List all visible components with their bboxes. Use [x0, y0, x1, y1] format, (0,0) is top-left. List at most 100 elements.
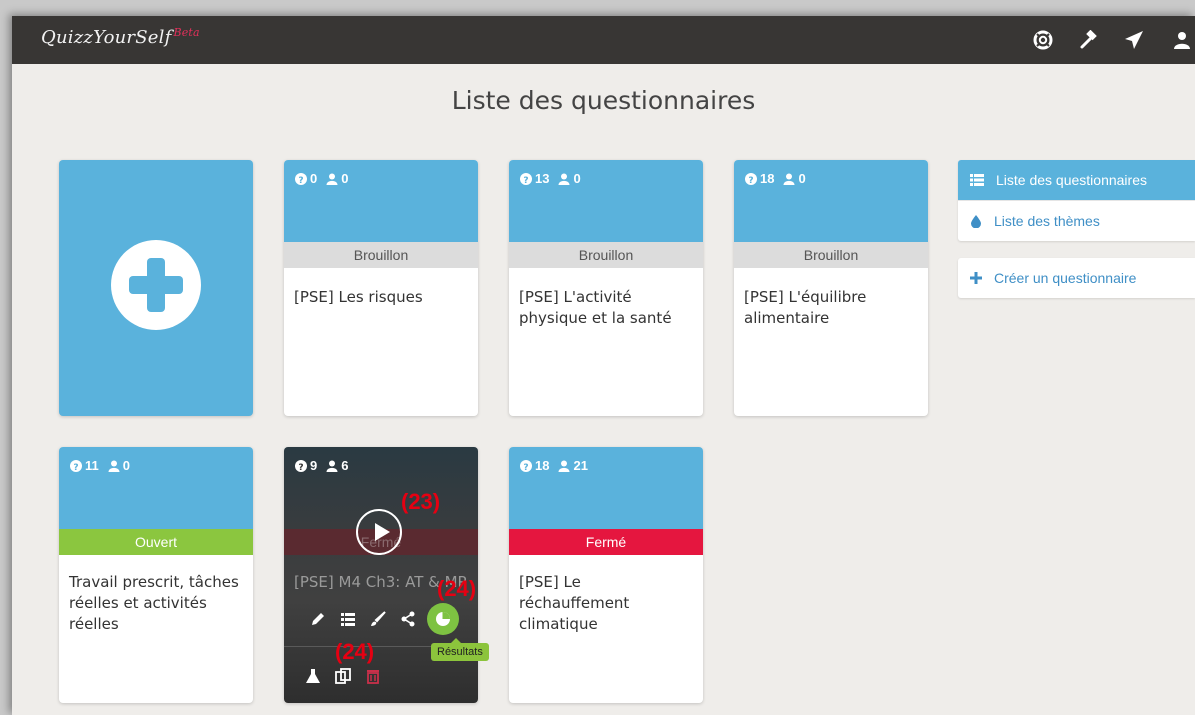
pie-chart-icon: [436, 612, 450, 626]
user-count-icon: [326, 460, 338, 472]
drop-icon: [971, 215, 981, 228]
svg-text:?: ?: [523, 176, 528, 185]
question-count: 0: [310, 171, 318, 186]
card-header: ? 0 0: [284, 160, 478, 242]
status-badge: Brouillon: [734, 242, 928, 268]
user-count-icon: [108, 460, 120, 472]
create-quiz-card[interactable]: [59, 160, 253, 416]
svg-text:?: ?: [73, 463, 78, 472]
question-icon: ?: [520, 172, 532, 185]
question-icon: ?: [70, 459, 82, 472]
user-count: 21: [573, 458, 588, 473]
user-count-icon: [783, 173, 795, 185]
question-icon: ?: [295, 459, 307, 472]
quiz-title: Travail prescrit, tâches réelles et acti…: [69, 573, 239, 633]
card-header: ? 18 21: [509, 447, 703, 529]
svg-text:?: ?: [748, 176, 753, 185]
user-icon[interactable]: [1172, 30, 1192, 50]
svg-text:?: ?: [523, 463, 528, 472]
annotation-24-results: (24): [437, 576, 477, 601]
copy-icon: [335, 668, 351, 684]
beta-badge: Beta: [173, 26, 200, 39]
question-icon: ?: [295, 172, 307, 185]
brand-name: QuizzYourSelf: [41, 27, 172, 48]
pencil-icon: [312, 613, 324, 625]
question-count: 18: [535, 458, 550, 473]
card-stats: ? 0 0: [295, 171, 348, 186]
user-count-icon: [326, 173, 338, 185]
status-badge: Fermé: [509, 529, 703, 555]
question-icon: ?: [745, 172, 757, 185]
share-icon: [401, 611, 415, 627]
lifebuoy-icon[interactable]: [1033, 30, 1053, 50]
gavel-icon[interactable]: [1079, 29, 1099, 50]
card-actions: [284, 603, 478, 635]
test-button[interactable]: [300, 663, 326, 689]
question-icon: ?: [520, 459, 532, 472]
theme-button[interactable]: [365, 606, 391, 632]
user-count: 0: [798, 171, 806, 186]
duplicate-button[interactable]: [330, 663, 356, 689]
quiz-card[interactable]: ? 0 0 Brouillon [PSE] Les risques: [284, 160, 478, 416]
list-icon: [341, 613, 355, 626]
quiz-card[interactable]: ? 11 0 Ouvert Travail prescrit, tâches r…: [59, 447, 253, 703]
brand-logo[interactable]: QuizzYourSelf Beta: [41, 26, 200, 48]
page-title: Liste des questionnaires: [451, 86, 756, 115]
user-count: 0: [122, 458, 130, 473]
question-count: 18: [760, 171, 775, 186]
quiz-title: [PSE] L'activité physique et la santé: [519, 288, 672, 327]
app-window: QuizzYourSelf Beta Liste des questionnair…: [12, 16, 1195, 715]
card-header: ? 13 0: [509, 160, 703, 242]
sidebar-nav: Liste des questionnaires Liste des thème…: [958, 160, 1195, 241]
navbar: QuizzYourSelf Beta: [12, 16, 1195, 64]
card-header: ? 18 0: [734, 160, 928, 242]
list-icon: [970, 174, 984, 186]
quiz-card[interactable]: ? 18 21 Fermé [PSE] Le réchauffement cli…: [509, 447, 703, 703]
question-count: 11: [85, 458, 99, 473]
card-secondary-actions: [284, 663, 440, 689]
create-quiz-label: Créer un questionnaire: [994, 270, 1137, 286]
svg-text:?: ?: [298, 463, 303, 472]
quiz-card[interactable]: ? 18 0 Brouillon [PSE] L'équilibre alime…: [734, 160, 928, 416]
sidebar-item-themes[interactable]: Liste des thèmes: [958, 200, 1195, 241]
quiz-title: [PSE] Les risques: [294, 288, 423, 306]
card-stats: ? 18 21: [520, 458, 588, 473]
status-badge: Brouillon: [284, 242, 478, 268]
results-tooltip: Résultats: [431, 638, 489, 661]
play-button[interactable]: [356, 509, 402, 555]
sidebar-item-label: Liste des thèmes: [994, 213, 1100, 229]
card-stats: ? 11 0: [70, 458, 130, 473]
create-panel: Créer un questionnaire: [958, 258, 1195, 298]
svg-text:?: ?: [298, 176, 303, 185]
card-stats: ? 13 0: [520, 171, 581, 186]
send-icon[interactable]: [1124, 30, 1144, 50]
card-stats: ? 9 6: [295, 458, 348, 473]
sidebar-item-quizzes[interactable]: Liste des questionnaires: [958, 160, 1195, 200]
edit-button[interactable]: [305, 606, 331, 632]
create-quiz-link[interactable]: Créer un questionnaire: [958, 258, 1195, 298]
delete-button[interactable]: [360, 663, 386, 689]
user-count: 6: [341, 458, 349, 473]
share-button[interactable]: [395, 606, 421, 632]
questions-list-button[interactable]: [335, 606, 361, 632]
quiz-title: [PSE] Le réchauffement climatique: [519, 573, 630, 633]
question-count: 13: [535, 171, 550, 186]
status-badge: Ouvert: [59, 529, 253, 555]
user-count-icon: [558, 173, 570, 185]
question-count: 9: [310, 458, 318, 473]
annotation-24-duplicate: (24): [335, 639, 375, 664]
brush-icon: [371, 611, 386, 626]
quiz-card[interactable]: ? 13 0 Brouillon [PSE] L'activité physiq…: [509, 160, 703, 416]
user-count: 0: [573, 171, 581, 186]
user-count-icon: [558, 460, 570, 472]
sidebar-item-label: Liste des questionnaires: [996, 172, 1147, 188]
results-button[interactable]: [427, 603, 459, 635]
user-count: 0: [341, 171, 349, 186]
status-badge: Brouillon: [509, 242, 703, 268]
plus-icon: [970, 272, 982, 284]
quiz-title: [PSE] L'équilibre alimentaire: [744, 288, 867, 327]
trash-icon: [367, 670, 379, 684]
plus-icon: [111, 240, 201, 330]
card-stats: ? 18 0: [745, 171, 806, 186]
quiz-card-hovered[interactable]: ? 9 6 Fermé [PSE] M4 Ch3: AT & MP: [284, 447, 478, 703]
